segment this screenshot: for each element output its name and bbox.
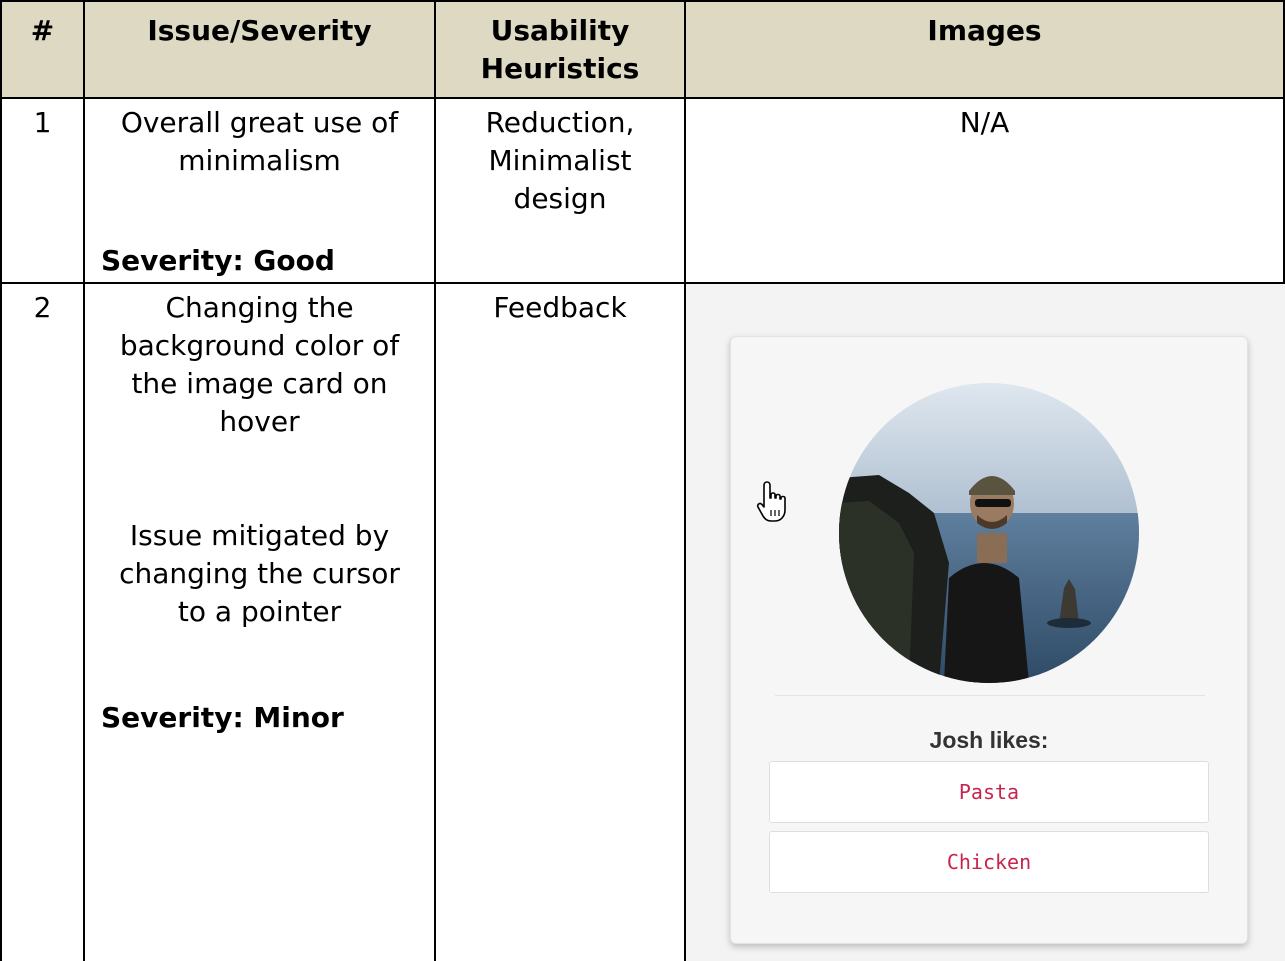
- likes-title: Josh likes:: [929, 727, 1049, 753]
- issue-line: hover: [219, 405, 300, 438]
- row1-severity: Severity: Good: [101, 244, 335, 277]
- row1-num: 1: [33, 106, 52, 139]
- heuristic-evaluation-table: # Issue/Severity Usability Heuristics Im…: [0, 0, 1285, 961]
- profile-photo-image: [839, 383, 1139, 683]
- like-item-chicken[interactable]: Chicken: [769, 831, 1209, 893]
- row1-images: N/A: [959, 106, 1010, 139]
- header-heuristics-text: Usability Heuristics: [480, 14, 640, 85]
- issue-line: minimalism: [178, 144, 341, 177]
- header-images: Images: [927, 14, 1042, 47]
- header-issue: Issue/Severity: [147, 14, 372, 47]
- row1-issue: Overall great use of minimalism: [85, 104, 434, 180]
- table-border-top: [0, 0, 1285, 2]
- heuristic-line: design: [513, 182, 607, 215]
- row2-mitigation: Issue mitigated by changing the cursor t…: [85, 517, 434, 631]
- issue-line: background color of: [119, 329, 400, 362]
- col-divider: [0, 0, 2, 961]
- heuristic-line: Minimalist: [488, 144, 632, 177]
- card-screenshot: Josh likes: Pasta Chicken: [686, 284, 1285, 961]
- like-item-pasta[interactable]: Pasta: [769, 761, 1209, 823]
- header-num: #: [30, 14, 55, 47]
- mitigation-line: changing the cursor: [119, 557, 400, 590]
- issue-line: Overall great use of: [120, 106, 399, 139]
- heuristic-line: Reduction,: [485, 106, 635, 139]
- issue-line: the image card on: [131, 367, 388, 400]
- hand-pointer-icon: [756, 480, 792, 524]
- profile-card: Josh likes: Pasta Chicken: [730, 336, 1248, 944]
- row2-num: 2: [33, 291, 52, 324]
- row1-heuristics: Reduction, Minimalist design: [436, 104, 684, 218]
- header-heuristics: Usability Heuristics: [436, 12, 684, 88]
- row2-issue: Changing the background color of the ima…: [85, 289, 434, 441]
- mitigation-line: Issue mitigated by: [129, 519, 390, 552]
- profile-photo: [839, 383, 1139, 683]
- issue-line: Changing the: [165, 291, 354, 324]
- row-divider: [0, 97, 1285, 99]
- row2-heuristics: Feedback: [493, 291, 627, 324]
- card-divider: [775, 695, 1205, 696]
- mitigation-line: to a pointer: [177, 595, 342, 628]
- row2-severity: Severity: Minor: [101, 701, 344, 734]
